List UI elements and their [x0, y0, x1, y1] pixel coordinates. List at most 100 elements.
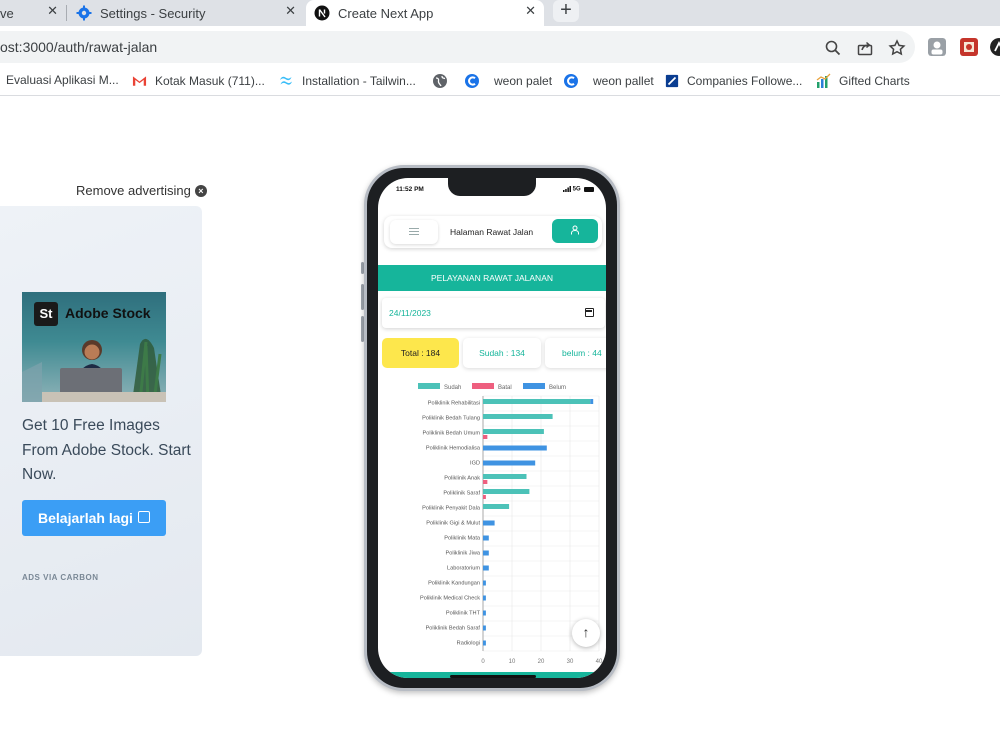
bookmark-label: Companies Followe...: [687, 74, 803, 88]
tab-partial[interactable]: ve ✕: [0, 0, 66, 26]
omnibox[interactable]: ost:3000/auth/rawat-jalan: [0, 31, 915, 63]
extension-profile-icon[interactable]: [928, 38, 946, 56]
tab-title: Create Next App: [338, 5, 434, 21]
phone-notch: [448, 178, 536, 196]
bar-belum: [483, 625, 486, 631]
category-label: Poliklinik Rehabilitasi: [428, 401, 480, 407]
close-icon[interactable]: ✕: [525, 3, 536, 19]
bar-belum: [483, 550, 489, 556]
bar-sudah: [483, 414, 553, 419]
category-label: Poliklinik Bedah Umum: [422, 431, 480, 437]
bookmark-weon-pallet[interactable]: weon pallet: [563, 73, 654, 89]
new-tab-button[interactable]: +: [553, 0, 579, 22]
tab-create-next-app[interactable]: Create Next App ✕: [306, 0, 544, 26]
legend-swatch-batal: [472, 383, 494, 389]
bookmark-evaluasi[interactable]: Evaluasi Aplikasi M...: [6, 73, 119, 87]
home-indicator: [450, 675, 536, 678]
x-tick-label: 0: [481, 659, 485, 665]
c-icon: [465, 74, 479, 88]
globe-icon: [433, 74, 447, 88]
legend-swatch-belum: [523, 383, 545, 389]
bar-sudah: [483, 504, 510, 509]
bar-belum: [483, 565, 489, 571]
url-text[interactable]: ost:3000/auth/rawat-jalan: [0, 39, 157, 55]
bookmarks-bar: Evaluasi Aplikasi M... Kotak Masuk (711)…: [0, 68, 1000, 96]
extension-dark-icon[interactable]: [990, 38, 1000, 56]
x-tick-label: 10: [509, 659, 516, 665]
remove-advertising-link[interactable]: Remove advertising ×: [76, 183, 207, 198]
bookmark-globe[interactable]: [432, 73, 456, 89]
user-icon: [571, 225, 579, 235]
x-tick-label: 30: [567, 659, 574, 665]
tab-title: ve: [0, 5, 14, 21]
bookmark-companies[interactable]: Companies Followe...: [665, 73, 802, 89]
tab-settings-security[interactable]: Settings - Security ✕: [68, 0, 304, 26]
status-time: 11:52 PM: [396, 186, 424, 193]
page-title: Halaman Rawat Jalan: [450, 227, 534, 237]
bar-belum: [483, 520, 495, 526]
bookmark-tailwind[interactable]: Installation - Tailwin...: [278, 73, 416, 89]
bookmark-label: Installation - Tailwin...: [302, 74, 416, 88]
phone-screen: 11:52 PM 5G Halaman Rawat Jalan PELAYANA…: [378, 178, 606, 678]
nextjs-icon: [314, 5, 330, 21]
tailwind-icon: [280, 76, 292, 85]
gmail-icon: [132, 76, 147, 86]
browser-tab-strip: ve ✕ Settings - Security ✕ Create Next A…: [0, 0, 1000, 26]
signal-icon: [563, 186, 571, 192]
bookmark-gmail[interactable]: Kotak Masuk (711)...: [132, 73, 265, 89]
bookmark-weon-palet[interactable]: weon palet: [464, 73, 552, 89]
ad-image[interactable]: St Adobe Stock: [22, 292, 166, 402]
legend-label-sudah: Sudah: [444, 385, 461, 391]
bar-batal: [483, 495, 486, 499]
stat-total[interactable]: Total : 184: [382, 338, 459, 368]
bookmark-label: Kotak Masuk (711)...: [155, 74, 265, 88]
bookmark-label: weon pallet: [593, 74, 654, 88]
category-label: Poliklinik Kandungan: [428, 581, 480, 587]
category-label: Poliklinik Penyakit Dala: [422, 506, 481, 512]
category-label: IGD: [470, 461, 480, 467]
bar-sudah: [483, 429, 544, 434]
ad-cta-button[interactable]: Belajarlah lagi: [22, 500, 166, 536]
category-label: Laboratorium: [447, 566, 480, 572]
bar-sudah: [483, 474, 527, 479]
scroll-to-top-button[interactable]: ↑: [572, 619, 600, 647]
profile-button[interactable]: [552, 219, 598, 243]
category-label: Poliklinik THT: [446, 611, 481, 617]
bar-belum: [483, 580, 486, 586]
search-icon[interactable]: [824, 39, 842, 57]
date-input[interactable]: 24/11/2023: [382, 298, 605, 328]
address-bar: ost:3000/auth/rawat-jalan: [0, 26, 1000, 68]
category-label: Radiologi: [457, 641, 480, 647]
category-label: Poliklinik Bedah Saraf: [426, 626, 481, 632]
bar-sudah: [483, 399, 591, 404]
calendar-icon[interactable]: [585, 308, 594, 317]
legend-label-batal: Batal: [498, 385, 512, 391]
category-label: Poliklinik Gigi & Mulut: [426, 521, 480, 527]
close-icon[interactable]: ✕: [285, 3, 296, 19]
bar-belum: [483, 535, 489, 541]
close-icon[interactable]: ✕: [47, 3, 58, 19]
bookmark-gifted-charts[interactable]: Gifted Charts: [815, 73, 910, 89]
legend-swatch-sudah: [418, 383, 440, 389]
category-label: Poliklinik Bedah Tulang: [422, 416, 480, 422]
legend-label-belum: Belum: [549, 385, 566, 391]
network-type: 5G: [572, 186, 581, 193]
star-icon[interactable]: [888, 39, 906, 57]
bar-belum: [483, 595, 486, 601]
ad-photo-illustration: [22, 338, 166, 402]
ads-via-carbon[interactable]: ADS VIA CARBON: [22, 573, 98, 582]
bookmark-label: Gifted Charts: [839, 74, 910, 88]
section-title: PELAYANAN RAWAT JALANAN: [378, 265, 606, 291]
bar-belum: [483, 610, 486, 616]
extension-red-icon[interactable]: [960, 38, 978, 56]
date-value: 24/11/2023: [389, 308, 431, 318]
stat-belum[interactable]: belum : 44: [545, 338, 606, 368]
external-link-icon: [138, 511, 150, 523]
bar-batal: [483, 480, 488, 484]
stat-sudah[interactable]: Sudah : 134: [463, 338, 541, 368]
category-label: Poliklinik Medical Check: [420, 596, 480, 602]
menu-button[interactable]: [390, 220, 438, 244]
battery-icon: [584, 186, 595, 192]
remove-advertising-label: Remove advertising: [76, 183, 191, 198]
share-icon[interactable]: [856, 39, 874, 57]
